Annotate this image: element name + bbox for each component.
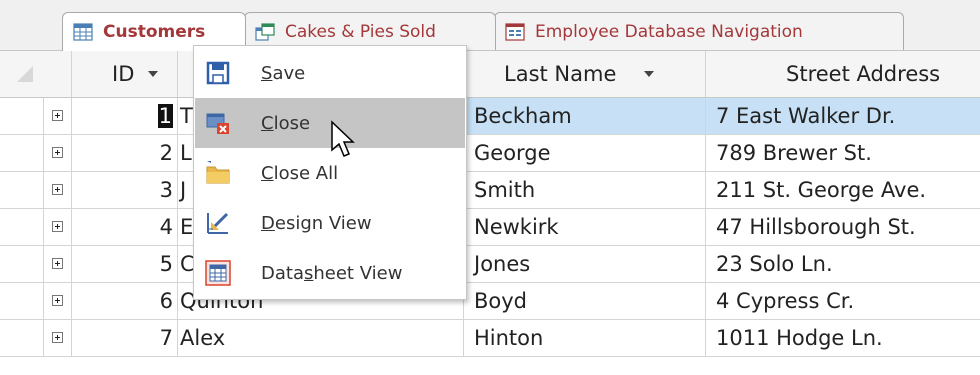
cell-id[interactable]: 6	[72, 283, 178, 319]
cell-first-name[interactable]: Alex	[178, 320, 464, 356]
table-row[interactable]: 1 T Beckham 7 East Walker Dr.	[0, 98, 980, 135]
design-view-icon	[207, 212, 229, 234]
tab-context-menu: Save Close Close All Design View Datashe…	[193, 45, 467, 300]
menu-item-design-view[interactable]: Design View	[195, 198, 465, 248]
cell-street-address[interactable]: 7 East Walker Dr.	[706, 98, 980, 134]
cell-street-address[interactable]: 4 Cypress Cr.	[706, 283, 980, 319]
cell-last-name[interactable]: Hinton	[464, 320, 706, 356]
cell-id[interactable]: 1	[72, 98, 178, 134]
column-header-last-name[interactable]: Last Name	[464, 51, 706, 97]
row-expander-cell[interactable]	[44, 135, 72, 171]
row-expander-cell[interactable]	[44, 283, 72, 319]
sort-dropdown-icon[interactable]	[148, 71, 159, 77]
column-header-street-address[interactable]: Street Address	[706, 51, 980, 97]
cell-id[interactable]: 7	[72, 320, 178, 356]
column-header-id[interactable]: ID	[72, 51, 178, 97]
column-header-row: ID Last Name Street Address	[0, 51, 980, 98]
expand-plus-icon[interactable]	[51, 184, 63, 195]
cell-id[interactable]: 4	[72, 209, 178, 245]
cell-last-name[interactable]: Newkirk	[464, 209, 706, 245]
row-expander-cell[interactable]	[44, 320, 72, 356]
cell-value: 1	[157, 104, 173, 128]
cell-last-name[interactable]: Smith	[464, 172, 706, 208]
mouse-pointer-icon	[331, 120, 355, 157]
row-selector[interactable]	[0, 135, 44, 171]
cell-street-address[interactable]: 211 St. George Ave.	[706, 172, 980, 208]
column-header-label: Last Name	[504, 62, 617, 86]
row-selector[interactable]	[0, 98, 44, 134]
row-expander-cell[interactable]	[44, 172, 72, 208]
expand-plus-icon[interactable]	[51, 221, 63, 232]
expand-plus-icon[interactable]	[51, 258, 63, 269]
tab-employee-database-navigation[interactable]: Employee Database Navigation	[494, 12, 904, 50]
form-icon	[505, 22, 525, 41]
cell-street-address[interactable]: 47 Hillsborough St.	[706, 209, 980, 245]
expand-plus-icon[interactable]	[51, 110, 63, 121]
query-icon	[255, 22, 275, 41]
expand-plus-icon[interactable]	[51, 332, 63, 343]
folder-icon	[206, 161, 230, 184]
menu-item-label: Close	[261, 112, 311, 134]
cell-last-name[interactable]: George	[464, 135, 706, 171]
column-header-label: Street Address	[786, 62, 941, 86]
datasheet-grid: ID Last Name Street Address 1 T Beckham …	[0, 51, 980, 375]
menu-item-save[interactable]: Save	[195, 48, 465, 98]
table-row[interactable]: 4 E Newkirk 47 Hillsborough St.	[0, 209, 980, 246]
document-tab-strip: Customers Cakes & Pies Sold Employee Dat…	[0, 0, 980, 51]
cell-street-address[interactable]: 23 Solo Ln.	[706, 246, 980, 282]
tab-label: Customers	[103, 22, 206, 42]
sort-dropdown-icon[interactable]	[644, 71, 655, 77]
table-row[interactable]: 2 L George 789 Brewer St.	[0, 135, 980, 172]
row-selector[interactable]	[0, 209, 44, 245]
close-icon	[206, 113, 229, 134]
row-selector[interactable]	[0, 320, 44, 356]
cell-last-name[interactable]: Boyd	[464, 283, 706, 319]
tab-label: Employee Database Navigation	[535, 21, 803, 42]
table-row[interactable]: 7 Alex Hinton 1011 Hodge Ln.	[0, 320, 980, 357]
menu-item-label: Close All	[261, 162, 339, 184]
menu-item-label: Save	[261, 62, 306, 84]
cell-last-name[interactable]: Jones	[464, 246, 706, 282]
table-row[interactable]: 3 J Smith 211 St. George Ave.	[0, 172, 980, 209]
row-expander-cell[interactable]	[44, 209, 72, 245]
expand-plus-icon[interactable]	[51, 295, 63, 306]
menu-item-label: Datasheet View	[261, 262, 403, 284]
menu-item-datasheet-view[interactable]: Datasheet View	[195, 248, 465, 298]
cell-last-name[interactable]: Beckham	[464, 98, 706, 134]
table-row[interactable]: 6 Quinton Boyd 4 Cypress Cr.	[0, 283, 980, 320]
table-row[interactable]: 5 C Jones 23 Solo Ln.	[0, 246, 980, 283]
table-icon	[73, 23, 93, 41]
cell-street-address[interactable]: 789 Brewer St.	[706, 135, 980, 171]
select-all-icon	[17, 66, 33, 82]
expand-plus-icon[interactable]	[51, 147, 63, 158]
cell-id[interactable]: 3	[72, 172, 178, 208]
row-selector[interactable]	[0, 283, 44, 319]
select-all-corner[interactable]	[0, 51, 72, 97]
cell-id[interactable]: 5	[72, 246, 178, 282]
datasheet-view-icon	[205, 260, 231, 286]
cell-street-address[interactable]: 1011 Hodge Ln.	[706, 320, 980, 356]
cell-id[interactable]: 2	[72, 135, 178, 171]
row-selector[interactable]	[0, 172, 44, 208]
save-icon	[206, 61, 230, 85]
tab-label: Cakes & Pies Sold	[285, 21, 436, 42]
menu-item-label: Design View	[261, 212, 372, 234]
row-selector[interactable]	[0, 246, 44, 282]
row-expander-cell[interactable]	[44, 98, 72, 134]
row-expander-cell[interactable]	[44, 246, 72, 282]
column-header-label: ID	[112, 62, 135, 86]
